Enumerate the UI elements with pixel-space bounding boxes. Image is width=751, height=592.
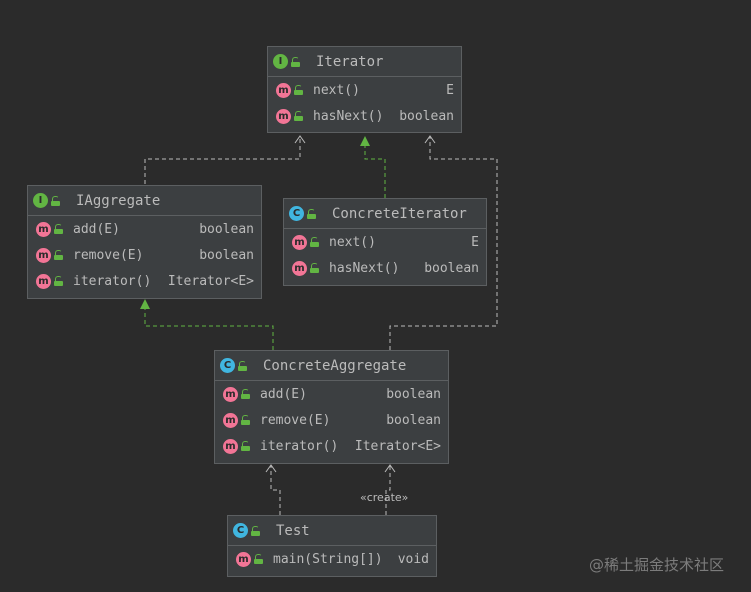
- member-type: Iterator<E>: [354, 438, 441, 454]
- member-type: boolean: [386, 386, 441, 402]
- public-lock-icon: [241, 415, 250, 425]
- edge-concreteaggregate-realizes-iaggregate: [144, 309, 274, 350]
- public-lock-icon: [251, 525, 260, 536]
- public-lock-icon: [294, 85, 303, 95]
- class-title: Test: [276, 522, 310, 539]
- class-box-test[interactable]: C Test m main(String[]) void: [227, 515, 437, 577]
- member-row[interactable]: m add(E) boolean: [28, 216, 261, 242]
- class-box-concrete-aggregate[interactable]: C ConcreteAggregate m add(E) boolean m r…: [214, 350, 449, 464]
- interface-icon: I: [33, 193, 48, 208]
- interface-icon: I: [273, 54, 288, 69]
- class-box-iterator[interactable]: I Iterator m next() E m hasNext() boolea…: [267, 46, 462, 133]
- class-title: ConcreteAggregate: [263, 357, 407, 374]
- member-name: iterator(): [73, 273, 152, 289]
- member-row[interactable]: m iterator() Iterator<E>: [28, 268, 261, 294]
- public-lock-icon: [51, 195, 60, 206]
- public-lock-icon: [307, 208, 316, 219]
- method-icon: m: [292, 260, 307, 276]
- class-header: I IAggregate: [28, 186, 261, 216]
- member-name: remove(E): [260, 412, 331, 428]
- class-box-concrete-iterator[interactable]: C ConcreteIterator m next() E m hasNext(…: [283, 198, 487, 286]
- member-name: next(): [313, 82, 360, 98]
- method-icon: m: [276, 108, 291, 124]
- member-type: Iterator<E>: [167, 273, 254, 289]
- member-name: hasNext(): [329, 260, 400, 276]
- member-row[interactable]: m next() E: [284, 229, 486, 255]
- edge-concreteiterator-realizes-iterator-arrowhead: [360, 136, 370, 146]
- edge-concreteaggregate-realizes-iaggregate-arrowhead: [140, 299, 150, 309]
- class-title: IAggregate: [76, 192, 161, 209]
- member-type: E: [471, 234, 479, 250]
- member-row[interactable]: m add(E) boolean: [215, 381, 448, 407]
- public-lock-icon: [291, 56, 300, 67]
- class-header: C Test: [228, 516, 436, 546]
- member-name: hasNext(): [313, 108, 384, 124]
- member-name: add(E): [73, 221, 120, 237]
- method-icon: m: [236, 551, 251, 567]
- edge-test-creates-concreteaggregate: [385, 465, 391, 515]
- member-row[interactable]: m remove(E) boolean: [28, 242, 261, 268]
- member-name: main(String[]): [273, 551, 383, 567]
- method-icon: m: [223, 386, 238, 402]
- member-name: remove(E): [73, 247, 144, 263]
- class-header: I Iterator: [268, 47, 461, 77]
- method-icon: m: [223, 438, 238, 454]
- member-type: boolean: [399, 108, 454, 124]
- member-type: boolean: [386, 412, 441, 428]
- member-name: iterator(): [260, 438, 339, 454]
- method-icon: m: [292, 234, 307, 250]
- class-header: C ConcreteAggregate: [215, 351, 448, 381]
- public-lock-icon: [241, 441, 250, 451]
- class-title: Iterator: [316, 53, 384, 70]
- watermark-text: @稀土掘金技术社区: [589, 556, 725, 574]
- edge-iaggregate-to-iterator-arrowhead: [294, 135, 306, 144]
- edge-test-to-concreteaggregate: [270, 465, 281, 515]
- edge-test-creates-concreteaggregate-arrowhead: [384, 464, 396, 473]
- public-lock-icon: [310, 263, 319, 273]
- member-type: E: [446, 82, 454, 98]
- public-lock-icon: [310, 237, 319, 247]
- edge-test-to-concreteaggregate-arrowhead: [265, 464, 277, 473]
- member-type: boolean: [424, 260, 479, 276]
- member-row[interactable]: m main(String[]) void: [228, 546, 436, 572]
- member-type: boolean: [199, 247, 254, 263]
- public-lock-icon: [241, 389, 250, 399]
- class-icon: C: [289, 206, 304, 221]
- public-lock-icon: [238, 360, 247, 371]
- class-icon: C: [220, 358, 235, 373]
- public-lock-icon: [294, 111, 303, 121]
- runnable-class-icon: C: [233, 523, 248, 538]
- method-icon: m: [36, 221, 51, 237]
- member-row[interactable]: m next() E: [268, 77, 461, 103]
- public-lock-icon: [254, 554, 263, 564]
- member-type: boolean: [199, 221, 254, 237]
- member-row[interactable]: m iterator() Iterator<E>: [215, 433, 448, 459]
- member-name: next(): [329, 234, 376, 250]
- method-icon: m: [36, 247, 51, 263]
- method-icon: m: [276, 82, 291, 98]
- method-icon: m: [36, 273, 51, 289]
- member-row[interactable]: m remove(E) boolean: [215, 407, 448, 433]
- member-row[interactable]: m hasNext() boolean: [268, 103, 461, 129]
- public-lock-icon: [54, 250, 63, 260]
- public-lock-icon: [54, 224, 63, 234]
- public-lock-icon: [54, 276, 63, 286]
- class-header: C ConcreteIterator: [284, 199, 486, 229]
- edge-concreteaggregate-to-iterator-arrowhead: [424, 135, 436, 144]
- method-icon: m: [223, 412, 238, 428]
- member-row[interactable]: m hasNext() boolean: [284, 255, 486, 281]
- class-box-iaggregate[interactable]: I IAggregate m add(E) boolean m remove(E…: [27, 185, 262, 299]
- member-name: add(E): [260, 386, 307, 402]
- edge-label-create: «create»: [360, 491, 409, 504]
- edge-iaggregate-to-iterator: [144, 136, 301, 184]
- edge-concreteiterator-realizes-iterator: [364, 146, 386, 198]
- class-title: ConcreteIterator: [332, 205, 467, 222]
- member-type: void: [397, 551, 429, 567]
